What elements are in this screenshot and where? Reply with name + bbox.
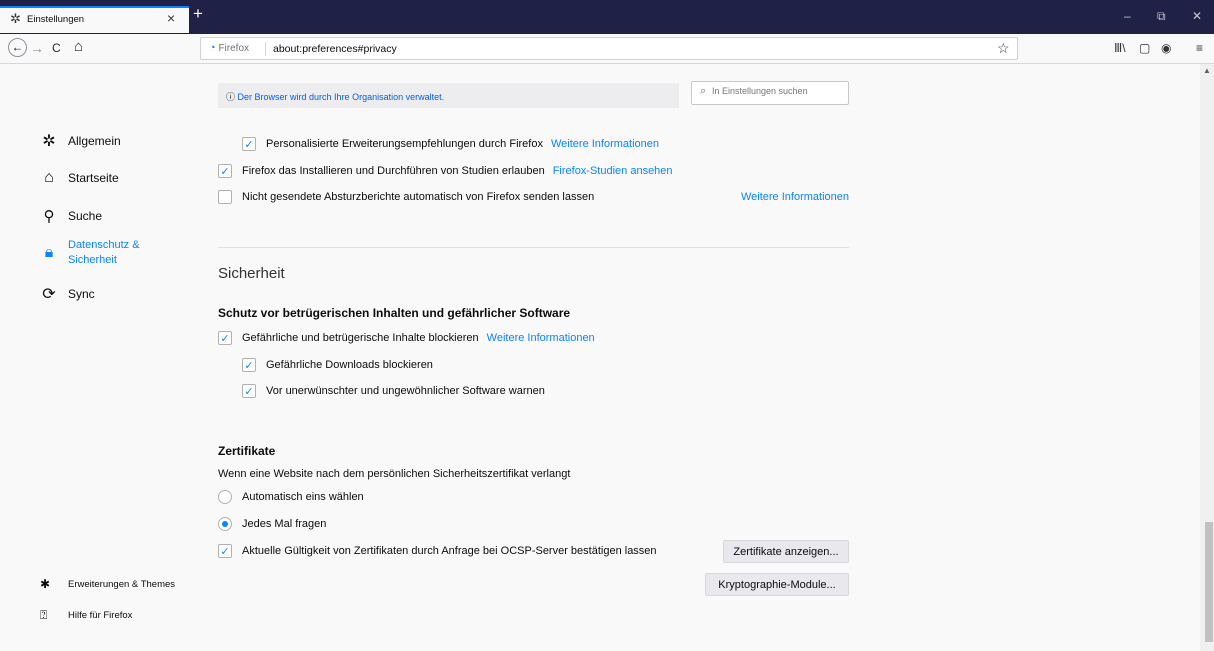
tab-close-icon[interactable]: ×	[167, 10, 175, 26]
checkbox-label[interactable]: Vor unerwünschter und ungewöhnlicher Sof…	[266, 385, 545, 397]
sync-icon: ⟳	[42, 286, 56, 303]
security-devices-button[interactable]: Kryptographie-Module...	[705, 573, 849, 596]
help-label: Hilfe für Firefox	[68, 610, 133, 621]
tab-title: Einstellungen	[27, 14, 85, 25]
row-ocsp: ✓ Aktuelle Gültigkeit von Zertifikaten d…	[218, 544, 657, 558]
help-icon: ⍰	[40, 608, 48, 622]
title-bar: ✲ Einstellungen × + – ⧉ ✕	[0, 0, 1214, 34]
checkbox-label[interactable]: Nicht gesendete Absturzberichte automati…	[242, 191, 594, 203]
sidebar-label-line2: Sicherheit	[68, 254, 117, 266]
sidebar-item-allgemein[interactable]: ✲ Allgemein	[40, 131, 121, 151]
checkbox-unwanted-software[interactable]: ✓	[242, 384, 256, 398]
checkbox-label[interactable]: Aktuelle Gültigkeit von Zertifikaten dur…	[242, 545, 657, 557]
section-title-security: Sicherheit	[218, 265, 285, 282]
checkbox-crash-reports[interactable]	[218, 190, 232, 204]
checkbox-block-dangerous[interactable]: ✓	[218, 331, 232, 345]
sidebar-item-suche[interactable]: ⚲ Suche	[40, 207, 103, 225]
policy-label: Der Browser wird durch Ihre Organisation…	[237, 92, 445, 102]
gear-icon: ✲	[10, 11, 21, 26]
back-button[interactable]: ←	[8, 38, 27, 57]
learn-more-link[interactable]: Weitere Informationen	[741, 191, 849, 203]
checkbox-personalized-recommendations[interactable]: ✓	[242, 137, 256, 151]
policy-notice-text: ⓘ Der Browser wird durch Ihre Organisati…	[226, 90, 444, 103]
checkbox-ocsp[interactable]: ✓	[218, 544, 232, 558]
search-icon: ⚲	[43, 208, 55, 225]
radio-ask-every-time[interactable]	[218, 517, 232, 531]
menu-icon[interactable]: ≡	[1196, 41, 1203, 55]
heading-certificates: Zertifikate	[218, 444, 276, 458]
scrollbar-thumb[interactable]	[1205, 522, 1213, 642]
lock-icon: 🔒︎	[44, 244, 54, 261]
row-crash-reports: Nicht gesendete Absturzberichte automati…	[218, 190, 849, 204]
checkbox-studies[interactable]: ✓	[218, 164, 232, 178]
heading-deceptive-content: Schutz vor betrügerischen Inhalten und g…	[218, 306, 571, 320]
sidebar-link-help[interactable]: ⍰ Hilfe für Firefox	[40, 608, 132, 623]
bookmark-star-icon[interactable]: ☆	[997, 40, 1010, 57]
account-icon[interactable]: ◉	[1161, 41, 1171, 55]
row-block-downloads: ✓ Gefährliche Downloads blockieren	[242, 358, 433, 372]
settings-search-input[interactable]	[712, 86, 842, 96]
info-icon: ⓘ	[226, 92, 236, 102]
restore-button[interactable]: ⧉	[1157, 9, 1166, 24]
row-block-dangerous: ✓ Gefährliche und betrügerische Inhalte …	[218, 331, 595, 345]
sidebar-icon[interactable]: ▢	[1139, 41, 1150, 55]
identity-label: Firefox	[218, 43, 249, 54]
policy-notice[interactable]: ⓘ Der Browser wird durch Ihre Organisati…	[218, 83, 679, 108]
firefox-icon: ◔	[209, 42, 216, 54]
certificates-description: Wenn eine Website nach dem persönlichen …	[218, 468, 571, 480]
learn-more-link[interactable]: Weitere Informationen	[551, 138, 659, 150]
sidebar-item-label: Sync	[68, 287, 95, 301]
navigation-toolbar: ← → C ⌂ ◔ Firefox about:preferences#priv…	[0, 34, 1214, 64]
url-divider	[265, 42, 266, 56]
library-icon[interactable]: Ⅲ\	[1114, 41, 1126, 55]
search-icon: ⌕	[700, 85, 707, 97]
puzzle-icon: ✱	[40, 577, 51, 591]
home-button[interactable]: ⌂	[74, 38, 83, 55]
reload-button[interactable]: C	[52, 41, 61, 55]
checkbox-label[interactable]: Gefährliche und betrügerische Inhalte bl…	[242, 332, 479, 344]
addons-label: Erweiterungen & Themes	[68, 578, 176, 590]
section-divider	[218, 247, 849, 248]
view-studies-link[interactable]: Firefox-Studien ansehen	[553, 165, 673, 177]
identity-box[interactable]: ◔ Firefox	[209, 42, 249, 54]
url-bar[interactable]: ◔ Firefox about:preferences#privacy ☆	[200, 37, 1018, 60]
minimize-button[interactable]: –	[1124, 9, 1131, 23]
sidebar-link-addons[interactable]: ✱ Erweiterungen & Themes	[40, 577, 175, 591]
sidebar-item-label: Allgemein	[68, 134, 121, 148]
row-radio-auto: Automatisch eins wählen	[218, 490, 364, 504]
radio-auto-select[interactable]	[218, 490, 232, 504]
radio-label[interactable]: Jedes Mal fragen	[242, 518, 326, 530]
sidebar-item-label: Suche	[68, 209, 103, 223]
tab-einstellungen[interactable]: ✲ Einstellungen ×	[0, 6, 189, 33]
radio-dot	[222, 521, 228, 527]
gear-icon: ✲	[42, 133, 56, 150]
checkbox-label[interactable]: Gefährliche Downloads blockieren	[266, 359, 433, 371]
radio-label[interactable]: Automatisch eins wählen	[242, 491, 364, 503]
sidebar-item-label: Startseite	[68, 171, 119, 185]
row-studies: ✓ Firefox das Installieren und Durchführ…	[218, 164, 673, 178]
sidebar-item-datenschutz[interactable]: 🔒︎ Datenschutz & Sicherheit	[40, 238, 140, 268]
sidebar-label-line1: Datenschutz &	[68, 239, 140, 251]
row-personalized-recommendations: ✓ Personalisierte Erweiterungsempfehlung…	[242, 137, 659, 151]
learn-more-link[interactable]: Weitere Informationen	[487, 332, 595, 344]
forward-button[interactable]: →	[30, 40, 44, 56]
sidebar-item-sync[interactable]: ⟳ Sync	[40, 284, 95, 304]
new-tab-button[interactable]: +	[193, 4, 209, 24]
home-icon: ⌂	[44, 169, 54, 186]
row-unwanted-software: ✓ Vor unerwünschter und ungewöhnlicher S…	[242, 384, 545, 398]
settings-search[interactable]: ⌕	[691, 81, 849, 105]
checkbox-label[interactable]: Firefox das Installieren und Durchführen…	[242, 165, 545, 177]
sidebar-item-startseite[interactable]: ⌂ Startseite	[40, 169, 119, 187]
url-text[interactable]: about:preferences#privacy	[273, 43, 397, 55]
sidebar-item-label: Datenschutz & Sicherheit	[68, 238, 140, 268]
view-certificates-button[interactable]: Zertifikate anzeigen...	[723, 540, 849, 563]
close-window-button[interactable]: ✕	[1192, 9, 1202, 23]
checkbox-block-downloads[interactable]: ✓	[242, 358, 256, 372]
row-radio-ask: Jedes Mal fragen	[218, 517, 326, 531]
scroll-up-arrow[interactable]: ▲	[1203, 66, 1211, 75]
checkbox-label[interactable]: Personalisierte Erweiterungsempfehlungen…	[266, 138, 543, 150]
